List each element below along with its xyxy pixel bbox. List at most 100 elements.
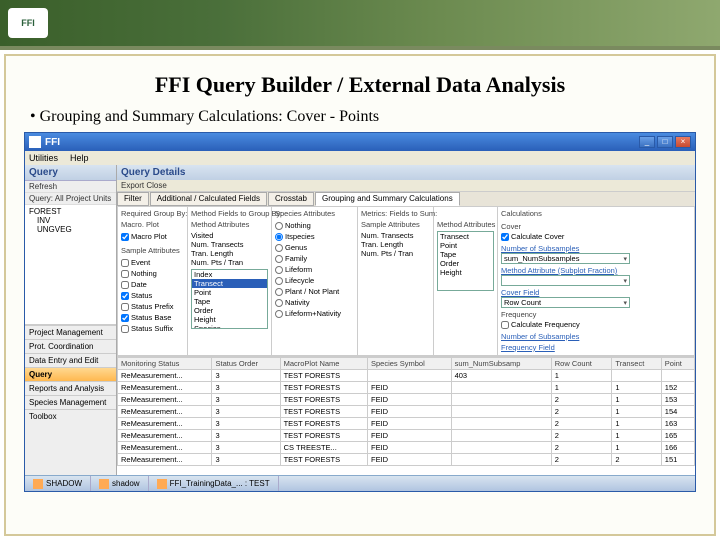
sidebar: Query Refresh Query: All Project Units F… (25, 165, 117, 475)
sample-attr-checkbox[interactable]: Status Prefix (121, 301, 184, 312)
table-row[interactable]: ReMeasurement...3TEST FORESTSFEID21163 (118, 418, 695, 430)
main-panel: Query Details Export Close FilterAdditio… (117, 165, 695, 475)
sidebar-refresh[interactable]: Refresh (25, 181, 116, 193)
sidebar-nav-item[interactable]: Data Entry and Edit (25, 353, 116, 367)
table-row[interactable]: ReMeasurement...3CS TREESTE...FEID21166 (118, 442, 695, 454)
column-header[interactable]: sum_NumSubsamp (451, 358, 551, 370)
minimize-button[interactable]: _ (639, 136, 655, 148)
species-radio[interactable]: Lifeform+Nativity (275, 308, 354, 319)
method-listbox[interactable]: IndexTransectPointTapeOrderHeightSpecies… (191, 269, 268, 329)
method-static-text: VisitedNum. TransectsTran. LengthNum. Pt… (191, 231, 268, 267)
metrics-method-sub: Method Attributes (437, 220, 494, 229)
titlebar: FFI _ □ × (25, 133, 695, 151)
species-radio[interactable]: Lifecycle (275, 275, 354, 286)
sample-attr-checkbox[interactable]: Status Base (121, 312, 184, 323)
cover-field-combo[interactable]: Row Count▾ (501, 297, 630, 308)
column-header[interactable]: Species Symbol (367, 358, 451, 370)
taskbar-item[interactable]: SHADOW (25, 476, 91, 491)
table-row[interactable]: ReMeasurement...3TEST FORESTSFEID11152 (118, 382, 695, 394)
species-radio[interactable]: Nativity (275, 297, 354, 308)
table-row[interactable]: ReMeasurement...3TEST FORESTSFEID21165 (118, 430, 695, 442)
sidebar-panel-title: Query (25, 165, 116, 181)
cover-section-label: Cover (501, 222, 630, 231)
column-header[interactable]: Row Count (551, 358, 612, 370)
db-icon (99, 479, 109, 489)
column-header[interactable]: Point (661, 358, 694, 370)
sidebar-nav-item[interactable]: Query (25, 367, 116, 381)
db-icon (33, 479, 43, 489)
num-subsamples-label: Number of Subsamples (501, 244, 630, 253)
app-window: FFI _ □ × Utilities Help Query Refresh Q… (24, 132, 696, 492)
sidebar-option[interactable]: Query: All Project Units (25, 193, 116, 205)
method-groupby-head: Method Fields to Group By: (191, 209, 268, 218)
sidebar-nav-item[interactable]: Toolbox (25, 409, 116, 423)
metrics-listbox[interactable]: TransectPointTapeOrderHeight (437, 231, 494, 291)
taskbar-item[interactable]: shadow (91, 476, 149, 491)
subplot-fraction-combo[interactable]: ▾ (501, 275, 630, 286)
macro-plot-checkbox[interactable]: Macro Plot (121, 231, 184, 242)
tree-node[interactable]: FOREST (29, 207, 112, 216)
column-header[interactable]: Monitoring Status (118, 358, 212, 370)
page-title: FFI Query Builder / External Data Analys… (24, 72, 696, 98)
project-tree[interactable]: FOREST INV UNGVEG (25, 205, 116, 325)
sidebar-nav-item[interactable]: Species Management (25, 395, 116, 409)
calculations-head: Calculations (501, 209, 630, 218)
species-radio[interactable]: Lifeform (275, 264, 354, 275)
freq-subsamples-label: Number of Subsamples (501, 332, 630, 341)
taskbar-item[interactable]: FFI_TrainingData_... : TEST (149, 476, 279, 491)
species-radio[interactable]: Plant / Not Plant (275, 286, 354, 297)
results-grid[interactable]: Monitoring StatusStatus OrderMacroPlot N… (117, 356, 695, 475)
tab[interactable]: Additional / Calculated Fields (150, 192, 267, 206)
tree-node[interactable]: INV (29, 216, 112, 225)
subplot-fraction-label: Method Attribute (Subplot Fraction) (501, 266, 630, 275)
macro-plot-sub: Macro. Plot (121, 220, 184, 229)
calculate-cover-checkbox[interactable]: Calculate Cover (501, 231, 630, 242)
db-icon (157, 479, 167, 489)
sample-attr-checkbox[interactable]: Date (121, 279, 184, 290)
ffi-logo: FFI (8, 8, 48, 38)
taskbar: SHADOW shadow FFI_TrainingData_... : TES… (25, 475, 695, 491)
table-row[interactable]: ReMeasurement...3TEST FORESTSFEID22151 (118, 454, 695, 466)
metrics-static-text: Num. TransectsTran. LengthNum. Pts / Tra… (361, 231, 430, 258)
sample-attr-checkbox[interactable]: Status Suffix (121, 323, 184, 334)
window-title: FFI (45, 137, 639, 148)
sidebar-nav-item[interactable]: Reports and Analysis (25, 381, 116, 395)
chevron-down-icon: ▾ (623, 299, 627, 307)
column-header[interactable]: MacroPlot Name (280, 358, 367, 370)
page-frame: FFI Query Builder / External Data Analys… (4, 54, 716, 536)
table-row[interactable]: ReMeasurement...3TEST FORESTSFEID21154 (118, 406, 695, 418)
column-header[interactable]: Status Order (212, 358, 280, 370)
table-row[interactable]: ReMeasurement...3TEST FORESTS4031 (118, 370, 695, 382)
menu-help[interactable]: Help (70, 153, 89, 163)
species-attr-head: Species Attributes (275, 209, 354, 218)
cover-field-label: Cover Field (501, 288, 630, 297)
maximize-button[interactable]: □ (657, 136, 673, 148)
required-groupby-head: Required Group By: (121, 209, 184, 218)
banner-image: FFI (0, 0, 720, 46)
column-header[interactable]: Transect (612, 358, 661, 370)
species-radio[interactable]: Genus (275, 242, 354, 253)
sidebar-nav-item[interactable]: Prot. Coordination (25, 339, 116, 353)
menu-utilities[interactable]: Utilities (29, 153, 58, 163)
frequency-field-label: Frequency Field (501, 343, 630, 352)
details-title: Query Details (117, 165, 695, 180)
tab[interactable]: Filter (117, 192, 149, 206)
metrics-head: Metrics: Fields to Sum: (361, 209, 430, 218)
tab[interactable]: Grouping and Summary Calculations (315, 192, 460, 206)
details-toolbar[interactable]: Export Close (117, 180, 695, 192)
tree-node[interactable]: UNGVEG (29, 225, 112, 234)
species-radio[interactable]: Itspecies (275, 231, 354, 242)
app-icon (29, 136, 41, 148)
sidebar-nav-item[interactable]: Project Management (25, 325, 116, 339)
species-radio[interactable]: Family (275, 253, 354, 264)
method-attr-sub: Method Attributes (191, 220, 268, 229)
sample-attr-checkbox[interactable]: Nothing (121, 268, 184, 279)
species-radio[interactable]: Nothing (275, 220, 354, 231)
close-button[interactable]: × (675, 136, 691, 148)
tab[interactable]: Crosstab (268, 192, 314, 206)
sample-attr-checkbox[interactable]: Status (121, 290, 184, 301)
calculate-frequency-checkbox[interactable]: Calculate Frequency (501, 319, 630, 330)
num-subsamples-combo[interactable]: sum_NumSubsamples▾ (501, 253, 630, 264)
sample-attr-checkbox[interactable]: Event (121, 257, 184, 268)
table-row[interactable]: ReMeasurement...3TEST FORESTSFEID21153 (118, 394, 695, 406)
